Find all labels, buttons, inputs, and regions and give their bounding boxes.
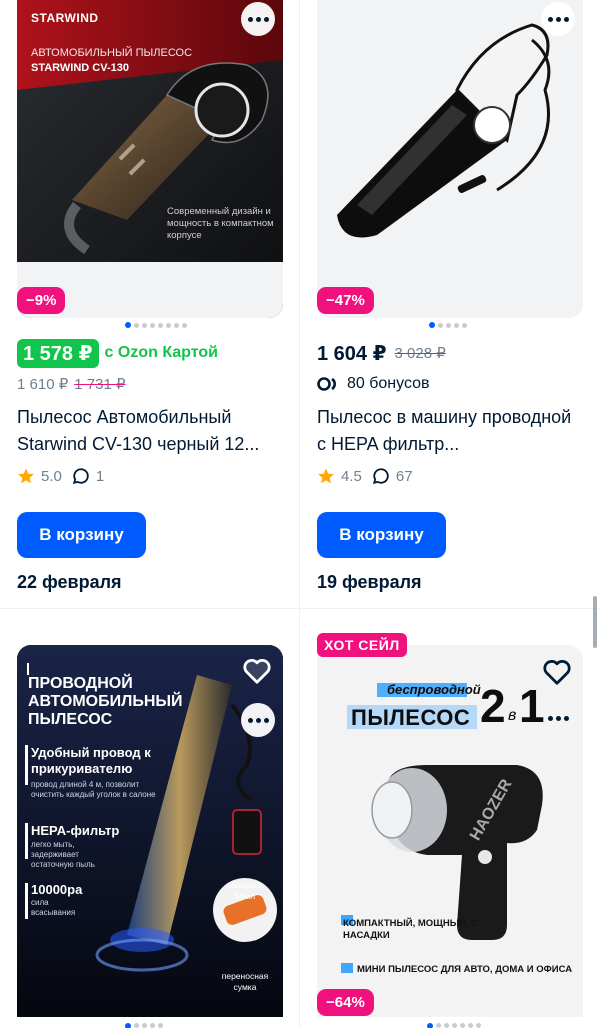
- comment-icon: [72, 468, 89, 485]
- image-main-title: ПЫЛЕСОС: [351, 705, 471, 730]
- regular-price: 1 610 ₽: [17, 376, 69, 393]
- product-title[interactable]: Пылесос Автомобильный Starwind CV-130 че…: [17, 404, 283, 458]
- price: 1 604 ₽: [317, 342, 387, 365]
- image-feature-2: МИНИ ПЫЛЕСОС ДЛЯ АВТО, ДОМА И ОФИСА: [357, 964, 573, 975]
- reviews-count: 67: [395, 467, 413, 485]
- column-divider: [299, 0, 300, 1028]
- image-big-2: 2: [480, 680, 506, 732]
- favorite-heart-icon[interactable]: [239, 653, 275, 689]
- scrollbar[interactable]: [593, 596, 597, 648]
- comment-icon: [372, 468, 389, 485]
- brand-logo-text: STARWIND: [31, 11, 99, 25]
- favorite-heart-icon[interactable]: [539, 654, 575, 690]
- image-line2: STARWIND CV-130: [31, 62, 130, 74]
- product-card-hepa[interactable]: −47% 1 604 ₽ 3 028 ₽ 80 бонусов Пылесос …: [317, 0, 583, 593]
- feature-3-sub: сила всасывания: [31, 898, 76, 917]
- delivery-date: 22 февраля: [17, 572, 122, 592]
- regular-price-row: 1 610 ₽ 1 731 ₽: [17, 374, 283, 394]
- add-to-cart-button[interactable]: В корзину: [317, 512, 446, 558]
- ozon-card-price: 1 578 ₽: [17, 338, 99, 368]
- ozon-bonus-icon: [317, 377, 336, 391]
- discount-badge: −9%: [17, 287, 66, 314]
- row-divider: [0, 608, 600, 609]
- more-options-button[interactable]: [541, 701, 575, 735]
- rating-value: 5.0: [41, 467, 62, 485]
- more-options-button[interactable]: [241, 2, 275, 36]
- product-card-2in1[interactable]: беспроводной ПЫЛЕСОС 2 в 1 КОМПАКТНЫЙ, М…: [317, 633, 583, 1017]
- old-price: 3 028 ₽: [394, 345, 446, 362]
- reviews-count: 1: [95, 467, 105, 485]
- product-image[interactable]: STARWIND АВТОМОБИЛЬНЫЙ ПЫЛЕСОС STARWIND …: [17, 0, 283, 318]
- polish-label: полироль 50мл: [226, 880, 264, 901]
- star-icon: [318, 468, 334, 484]
- product-card-starwind[interactable]: STARWIND АВТОМОБИЛЬНЫЙ ПЫЛЕСОС STARWIND …: [17, 0, 283, 593]
- more-options-button[interactable]: [241, 703, 275, 737]
- old-price: 1 731 ₽: [74, 376, 126, 393]
- image-carousel-dots: [427, 1023, 481, 1028]
- feature-3: 10000pa: [31, 882, 83, 897]
- image-script: беспроводной: [387, 682, 481, 697]
- image-line1: АВТОМОБИЛЬНЫЙ ПЫЛЕСОС: [31, 47, 193, 59]
- discount-badge: −47%: [317, 287, 374, 314]
- price-row: 1 604 ₽ 3 028 ₽: [317, 338, 583, 368]
- product-image[interactable]: беспроводной ПЫЛЕСОС 2 в 1 КОМПАКТНЫЙ, М…: [317, 645, 583, 1017]
- price-row: 1 578 ₽ с Ozon Картой: [17, 338, 283, 368]
- more-options-button[interactable]: [541, 2, 575, 36]
- bonus-label: 80 бонусов: [347, 375, 430, 392]
- delivery-date: 19 февраля: [317, 572, 422, 592]
- star-icon: [18, 468, 34, 484]
- product-title[interactable]: Пылесос в машину проводной с HEPA фильтр…: [317, 404, 583, 458]
- rating-row: 5.0 1: [17, 466, 283, 486]
- add-to-cart-button[interactable]: В корзину: [17, 512, 146, 558]
- bonus-row: 80 бонусов: [317, 374, 583, 394]
- image-caption: Современный дизайн и мощность в компактн…: [167, 206, 274, 241]
- feature-1-sub: провод длиной 4 м, позволит очистить каж…: [31, 780, 156, 799]
- rating-value: 4.5: [341, 467, 362, 485]
- bag-label: переносная сумка: [221, 971, 269, 992]
- discount-badge: −64%: [317, 989, 374, 1016]
- feature-2: HEPA-фильтр: [31, 823, 120, 838]
- image-carousel-dots: [429, 322, 583, 328]
- image-carousel-dots: [125, 322, 283, 328]
- product-image[interactable]: ПРОВОДНОЙ АВТОМОБИЛЬНЫЙ ПЫЛЕСОС Удобный …: [17, 645, 283, 1017]
- product-image[interactable]: −47%: [317, 0, 583, 318]
- image-feature-1: КОМПАКТНЫЙ, МОЩНЫЙ, 2 НАСАДКИ: [343, 918, 477, 941]
- feature-2-sub: легко мыть, задерживает остаточную пыль: [31, 840, 95, 869]
- product-card-wired[interactable]: ПРОВОДНОЙ АВТОМОБИЛЬНЫЙ ПЫЛЕСОС Удобный …: [17, 645, 283, 1017]
- vacuum-photo: [317, 0, 583, 262]
- rating-row: 4.5 67: [317, 466, 583, 486]
- image-small-v: в: [508, 707, 517, 724]
- hot-sale-badge: ХОТ СЕЙЛ: [317, 633, 407, 657]
- feature-1: Удобный провод к прикуривателю: [31, 745, 151, 776]
- product-grid: STARWIND АВТОМОБИЛЬНЫЙ ПЫЛЕСОС STARWIND …: [0, 0, 600, 1028]
- image-headline: ПРОВОДНОЙ АВТОМОБИЛЬНЫЙ ПЫЛЕСОС: [28, 675, 183, 728]
- image-carousel-dots: [125, 1023, 163, 1028]
- ozon-card-label: с Ozon Картой: [104, 344, 218, 361]
